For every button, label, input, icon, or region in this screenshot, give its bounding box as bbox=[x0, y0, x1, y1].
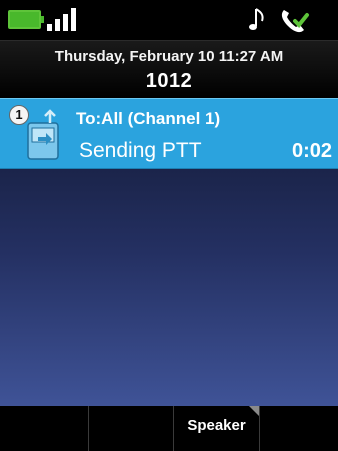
softkey-bar: Speaker bbox=[0, 406, 338, 451]
call-list: 1 To:All (Channel 1) Sending PTT 0:02 bbox=[0, 98, 338, 406]
active-call-row[interactable]: 1 To:All (Channel 1) Sending PTT 0:02 bbox=[0, 98, 338, 169]
call-status: Sending PTT bbox=[79, 139, 202, 162]
softkey-1[interactable] bbox=[0, 406, 89, 451]
call-count-badge: 1 bbox=[9, 105, 29, 125]
status-bar bbox=[0, 0, 338, 40]
music-note-icon bbox=[249, 8, 264, 30]
call-timer: 0:02 bbox=[291, 140, 332, 162]
softkey-2[interactable] bbox=[89, 406, 174, 451]
speaker-softkey[interactable]: Speaker bbox=[174, 406, 260, 451]
softkey-4[interactable] bbox=[260, 406, 338, 451]
speaker-softkey-label: Speaker bbox=[187, 417, 246, 434]
signal-strength-icon bbox=[47, 7, 83, 31]
call-destination: To:All (Channel 1) bbox=[76, 109, 221, 128]
battery-icon bbox=[8, 10, 44, 29]
softkey-corner-marker bbox=[249, 406, 259, 416]
extension-number: 1012 bbox=[145, 70, 193, 92]
date-time: Thursday, February 10 11:27 AM bbox=[54, 48, 284, 65]
date-extension-header: Thursday, February 10 11:27 AM 1012 bbox=[0, 40, 338, 98]
handset-registered-icon bbox=[281, 10, 309, 33]
phone-screen: Thursday, February 10 11:27 AM 1012 1 To… bbox=[0, 0, 338, 451]
